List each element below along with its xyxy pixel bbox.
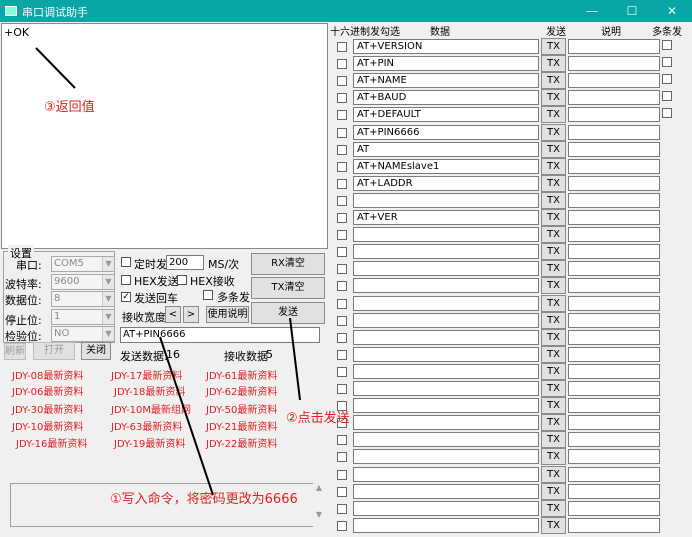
write-command-arrow <box>159 336 214 496</box>
annotation-lines <box>35 47 301 496</box>
annotation-click-send: ②点击发送 <box>286 411 350 426</box>
click-send-arrow <box>289 317 301 401</box>
annotation-write-command: ①写入命令，将密码更改为6666 <box>110 492 298 507</box>
annotation-return-value: ③返回值 <box>44 100 95 115</box>
return-value-arrow <box>35 47 76 89</box>
